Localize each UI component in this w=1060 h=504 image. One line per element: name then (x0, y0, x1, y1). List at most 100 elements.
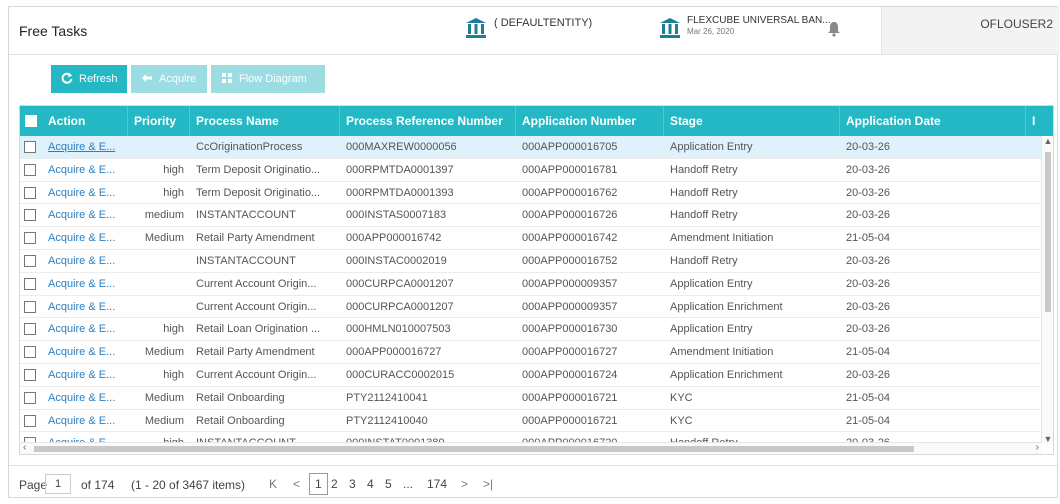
column-header-more[interactable]: I (1026, 106, 1053, 136)
cell-action[interactable]: Acquire & E... (42, 318, 128, 340)
cell-priority: Medium (144, 232, 184, 245)
page-link-1[interactable]: 1 (309, 473, 328, 495)
refresh-button[interactable]: Refresh (51, 65, 127, 93)
cell-stage: Handoff Retry (670, 255, 738, 267)
column-header-priority[interactable]: Priority (128, 106, 190, 136)
column-header-process-name[interactable]: Process Name (190, 106, 340, 136)
horizontal-scrollbar[interactable]: ‹ › (20, 442, 1042, 454)
column-header-process-reference[interactable]: Process Reference Number (340, 106, 516, 136)
table-row[interactable]: Acquire & E... high Term Deposit Originati… (20, 182, 1042, 205)
cell-process-reference: 000APP000016742 (346, 232, 442, 245)
cell-action[interactable]: Acquire & E... (42, 364, 128, 386)
column-header-action[interactable]: Action (42, 106, 128, 136)
row-checkbox[interactable] (24, 300, 36, 313)
next-page-icon[interactable]: > (461, 477, 468, 491)
cell-action[interactable]: Acquire & E... (42, 204, 128, 226)
entity-label[interactable]: ( DEFAULTENTITY) (494, 17, 592, 29)
flow-diagram-label: Flow Diagram (239, 73, 307, 85)
cell-priority: medium (144, 209, 184, 222)
cell-process-reference: 000MAXREW0000056 (346, 141, 457, 153)
cell-process-reference: 000HMLN010007503 (346, 323, 451, 336)
cell-process-name: Retail Onboarding (196, 391, 285, 404)
cell-priority: high (163, 369, 184, 381)
cell-stage: KYC (670, 414, 693, 427)
scroll-up-icon[interactable]: ▲ (1042, 136, 1053, 146)
last-page-icon[interactable]: >| (483, 477, 493, 491)
page-link-3[interactable]: 3 (349, 477, 356, 491)
cell-action[interactable]: Acquire & E... (42, 273, 128, 295)
row-checkbox[interactable] (24, 255, 36, 267)
scroll-left-icon[interactable]: ‹ (23, 442, 26, 453)
user-menu[interactable]: OFLOUSER2 (881, 7, 1059, 54)
row-checkbox[interactable] (24, 323, 36, 336)
table-row[interactable]: Acquire & E... CcOriginationProcess 000MAX… (20, 136, 1042, 159)
cell-process-name: Term Deposit Originatio... (196, 186, 321, 199)
scroll-down-icon[interactable]: ▼ (1042, 434, 1053, 444)
select-all-checkbox[interactable] (25, 115, 37, 127)
vertical-scroll-thumb[interactable] (1045, 152, 1051, 312)
column-header-application-number[interactable]: Application Number (516, 106, 664, 136)
row-checkbox[interactable] (24, 232, 36, 245)
cell-process-name: Retail Loan Origination ... (196, 323, 321, 336)
cell-priority: Medium (144, 414, 184, 427)
table-row[interactable]: Acquire & E... high Retail Loan Originatio… (20, 318, 1042, 342)
row-checkbox[interactable] (24, 391, 36, 404)
page-link-4[interactable]: 4 (367, 477, 374, 491)
first-page-icon[interactable]: K (269, 477, 277, 491)
bell-icon[interactable] (827, 21, 841, 42)
row-checkbox[interactable] (24, 277, 36, 290)
table-row[interactable]: Acquire & E... medium INSTANTACCOUNT 000INS… (20, 204, 1042, 228)
page-link-5[interactable]: 5 (385, 477, 392, 491)
table-row[interactable]: Acquire & E... Medium Retail Party Amendme… (20, 341, 1042, 364)
horizontal-scroll-thumb[interactable] (34, 446, 914, 452)
row-checkbox[interactable] (24, 414, 36, 427)
cell-process-reference: 000RPMTDA0001393 (346, 186, 454, 199)
row-checkbox[interactable] (24, 369, 36, 381)
cell-action[interactable]: Acquire & E... (42, 250, 128, 272)
cell-application-date: 20-03-26 (846, 323, 891, 336)
table-row[interactable]: Acquire & E... Current Account Origin... 0… (20, 273, 1042, 296)
acquire-button[interactable]: Acquire (131, 65, 207, 93)
branch-name[interactable]: FLEXCUBE UNIVERSAL BAN... (687, 15, 831, 26)
table-row[interactable]: Acquire & E... INSTANTACCOUNT 000INSTAC000… (20, 250, 1042, 273)
table-row[interactable]: Acquire & E... Medium Retail Party Amendme… (20, 227, 1042, 250)
column-header-stage[interactable]: Stage (664, 106, 840, 136)
row-checkbox[interactable] (24, 346, 36, 359)
prev-page-icon[interactable]: < (293, 477, 300, 491)
cell-process-name: Retail Onboarding (196, 414, 285, 427)
table-row[interactable]: Acquire & E... high Current Account Origin… (20, 364, 1042, 387)
cell-action[interactable]: Acquire & E... (42, 182, 128, 204)
cell-application-number: 000APP000016726 (522, 209, 618, 222)
cell-action[interactable]: Acquire & E... (42, 159, 128, 181)
cell-process-reference: 000INSTAS0007183 (346, 209, 447, 222)
row-checkbox[interactable] (24, 209, 36, 222)
flow-diagram-button[interactable]: Flow Diagram (211, 65, 325, 93)
page-number-input[interactable]: 1 (45, 474, 71, 494)
cell-action[interactable]: Acquire & E... (42, 410, 128, 432)
page-link-2[interactable]: 2 (331, 477, 338, 491)
table-row[interactable]: Acquire & E... high Term Deposit Originati… (20, 159, 1042, 182)
cell-stage: Amendment Initiation (670, 346, 774, 359)
cell-priority: high (163, 163, 184, 176)
cell-action[interactable]: Acquire & E... (42, 387, 128, 409)
cell-application-date: 20-03-26 (846, 141, 891, 153)
cell-process-reference: PTY2112410040 (346, 414, 428, 427)
cell-application-date: 20-03-26 (846, 277, 891, 290)
table-row[interactable]: Acquire & E... Medium Retail Onboarding PTY… (20, 410, 1042, 433)
table-row[interactable]: Acquire & E... Current Account Origin... 0… (20, 296, 1042, 319)
user-name[interactable]: OFLOUSER2 (980, 17, 1053, 31)
cell-priority: Medium (144, 346, 184, 359)
cell-action[interactable]: Acquire & E... (42, 341, 128, 363)
refresh-label: Refresh (79, 73, 118, 85)
row-checkbox[interactable] (24, 186, 36, 199)
vertical-scrollbar[interactable]: ▲ ▼ (1041, 136, 1053, 444)
scroll-right-icon[interactable]: › (1036, 442, 1039, 453)
column-header-application-date[interactable]: Application Date (840, 106, 1026, 136)
page-link-last[interactable]: 174 (427, 477, 447, 491)
row-checkbox[interactable] (24, 163, 36, 176)
cell-action[interactable]: Acquire & E... (42, 227, 128, 249)
row-checkbox[interactable] (24, 141, 36, 153)
cell-action[interactable]: Acquire & E... (42, 296, 128, 318)
table-row[interactable]: Acquire & E... Medium Retail Onboarding PTY… (20, 387, 1042, 410)
cell-action[interactable]: Acquire & E... (42, 136, 128, 158)
